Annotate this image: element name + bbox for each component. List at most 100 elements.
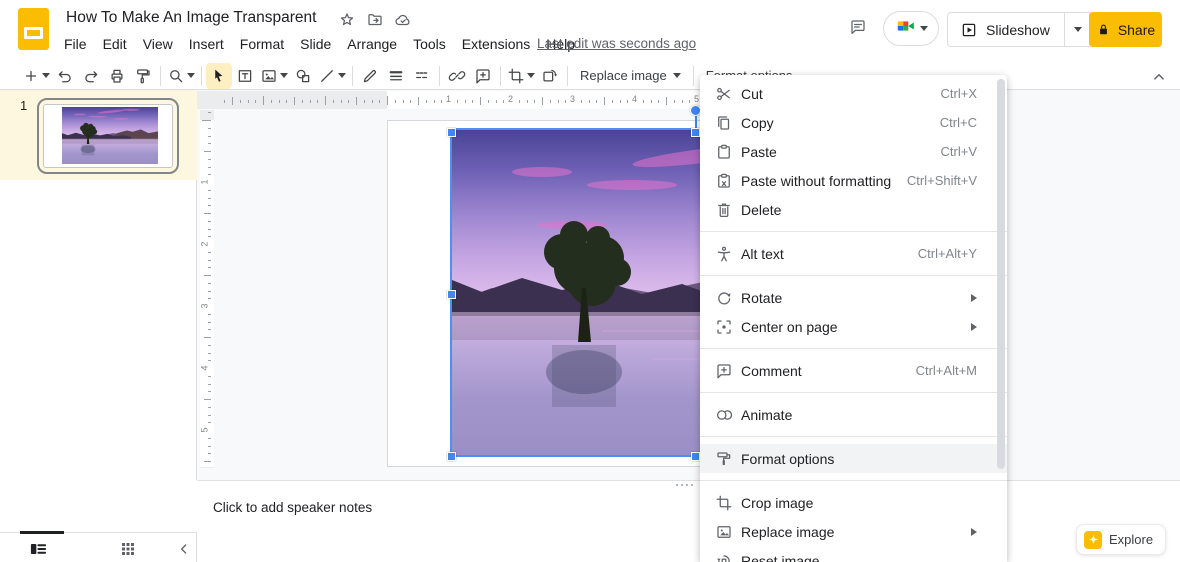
context-menu-scrollbar[interactable] (997, 79, 1005, 469)
reset-image-icon (715, 552, 733, 562)
explore-button[interactable]: Explore (1076, 524, 1166, 555)
hruler-number: 4 (632, 94, 638, 104)
context-menu-item-label: Copy (741, 114, 774, 131)
hruler-number: 5 (694, 94, 700, 104)
notes-resize-handle[interactable] (676, 484, 693, 486)
resize-handle-top-left[interactable] (447, 128, 456, 137)
toolbar-divider (352, 65, 353, 86)
pen-button[interactable] (357, 63, 383, 89)
submenu-arrow-icon (971, 293, 977, 302)
comment-icon (715, 362, 733, 380)
menubar-item-view[interactable]: View (135, 33, 181, 55)
menubar-item-arrange[interactable]: Arrange (339, 33, 405, 55)
context-menu-item-crop-image[interactable]: Crop image (700, 488, 1007, 517)
paint-format-button[interactable] (130, 63, 156, 89)
shape-button[interactable] (290, 63, 316, 89)
menubar-item-extensions[interactable]: Extensions (454, 33, 538, 55)
collapse-filmstrip-button[interactable] (172, 538, 196, 560)
move-folder-icon[interactable] (366, 11, 384, 29)
collapse-toolbar-button[interactable] (1148, 66, 1170, 88)
slides-logo-icon[interactable] (18, 8, 49, 50)
context-menu-divider (700, 480, 1007, 481)
last-edit-status[interactable]: Last edit was seconds ago (537, 36, 696, 51)
vertical-ruler: 1 2 3 4 5 (200, 110, 214, 468)
context-menu-item-rotate[interactable]: Rotate (700, 283, 1007, 312)
resize-handle-top-center[interactable] (691, 128, 700, 137)
chevron-down-icon (42, 73, 50, 78)
context-menu-item-paste[interactable]: Paste Ctrl+V (700, 137, 1007, 166)
alt-text-icon (715, 245, 733, 263)
redo-button[interactable] (78, 63, 104, 89)
context-menu-item-delete[interactable]: Delete (700, 195, 1007, 224)
undo-button[interactable] (52, 63, 78, 89)
text-box-button[interactable] (232, 63, 258, 89)
title-actions (338, 11, 412, 29)
new-slide-button[interactable] (20, 63, 52, 89)
zoom-button[interactable] (165, 63, 197, 89)
context-menu-divider (700, 348, 1007, 349)
add-comment-button[interactable] (470, 63, 496, 89)
context-menu-item-label: Rotate (741, 289, 783, 306)
cloud-saved-icon[interactable] (394, 11, 412, 29)
context-menu-item-label: Format options (741, 450, 835, 467)
slide-thumbnail[interactable] (43, 104, 173, 168)
context-menu-item-replace-image[interactable]: Replace image (700, 517, 1007, 546)
speaker-notes-panel[interactable] (197, 480, 1180, 562)
grid-view-button[interactable] (116, 538, 140, 560)
border-dash-button[interactable] (409, 63, 435, 89)
insert-image-button[interactable] (258, 63, 290, 89)
crop-button[interactable] (505, 63, 537, 89)
line-button[interactable] (316, 63, 348, 89)
context-menu-item-label: Comment (741, 362, 802, 379)
context-menu-item-label: Cut (741, 85, 763, 102)
hruler-number: 3 (570, 94, 576, 104)
context-menu-item-cut[interactable]: Cut Ctrl+X (700, 79, 1007, 108)
context-menu-item-animate[interactable]: Animate (700, 400, 1007, 429)
context-menu-divider (700, 275, 1007, 276)
chevron-down-icon (187, 73, 195, 78)
speaker-notes-placeholder[interactable]: Click to add speaker notes (213, 500, 372, 515)
replace-image-icon (715, 523, 733, 541)
mask-image-button[interactable] (537, 63, 563, 89)
insert-link-button[interactable] (444, 63, 470, 89)
menubar-item-edit[interactable]: Edit (95, 33, 135, 55)
resize-handle-bottom-center[interactable] (691, 452, 700, 461)
replace-image-button[interactable]: Replace image (572, 64, 689, 88)
menubar-item-format[interactable]: Format (232, 33, 292, 55)
comments-icon[interactable] (849, 18, 867, 36)
share-button[interactable]: Share (1089, 12, 1162, 47)
context-menu-item-format-options[interactable]: Format options (700, 444, 1007, 473)
print-button[interactable] (104, 63, 130, 89)
menubar-item-slide[interactable]: Slide (292, 33, 339, 55)
toolbar-divider (500, 65, 501, 86)
resize-handle-bottom-left[interactable] (447, 452, 456, 461)
document-title[interactable]: How To Make An Image Transparent (66, 9, 316, 27)
slideshow-button[interactable]: Slideshow (948, 13, 1064, 46)
bottom-bar (0, 531, 197, 562)
slideshow-dropdown-button[interactable] (1063, 13, 1092, 46)
context-menu-item-paste-without-formatting[interactable]: Paste without formatting Ctrl+Shift+V (700, 166, 1007, 195)
toolbar-icons (20, 62, 572, 89)
present-icon (960, 21, 978, 39)
share-label: Share (1117, 21, 1156, 38)
context-menu-item-comment[interactable]: Comment Ctrl+Alt+M (700, 356, 1007, 385)
star-icon[interactable] (338, 11, 356, 29)
filmstrip-view-button[interactable] (26, 538, 50, 560)
filmstrip-slide-1[interactable]: 1 (0, 90, 197, 180)
menubar-item-insert[interactable]: Insert (181, 33, 232, 55)
context-menu-item-copy[interactable]: Copy Ctrl+C (700, 108, 1007, 137)
context-menu-item-reset-image[interactable]: Reset image (700, 546, 1007, 562)
select-button[interactable] (206, 62, 232, 89)
menubar-item-tools[interactable]: Tools (405, 33, 454, 55)
menubar-item-file[interactable]: File (56, 33, 95, 55)
context-menu-item-center-on-page[interactable]: Center on page (700, 312, 1007, 341)
paste-no-format-icon (715, 172, 733, 190)
context-menu-item-label: Delete (741, 201, 782, 218)
meet-button[interactable] (883, 11, 939, 46)
border-weight-button[interactable] (383, 63, 409, 89)
shortcut-hint: Ctrl+Alt+M (915, 363, 977, 378)
chevron-down-icon (672, 73, 681, 78)
resize-handle-mid-left[interactable] (447, 290, 456, 299)
context-menu-item-label: Paste (741, 143, 777, 160)
context-menu-item-alt-text[interactable]: Alt text Ctrl+Alt+Y (700, 239, 1007, 268)
